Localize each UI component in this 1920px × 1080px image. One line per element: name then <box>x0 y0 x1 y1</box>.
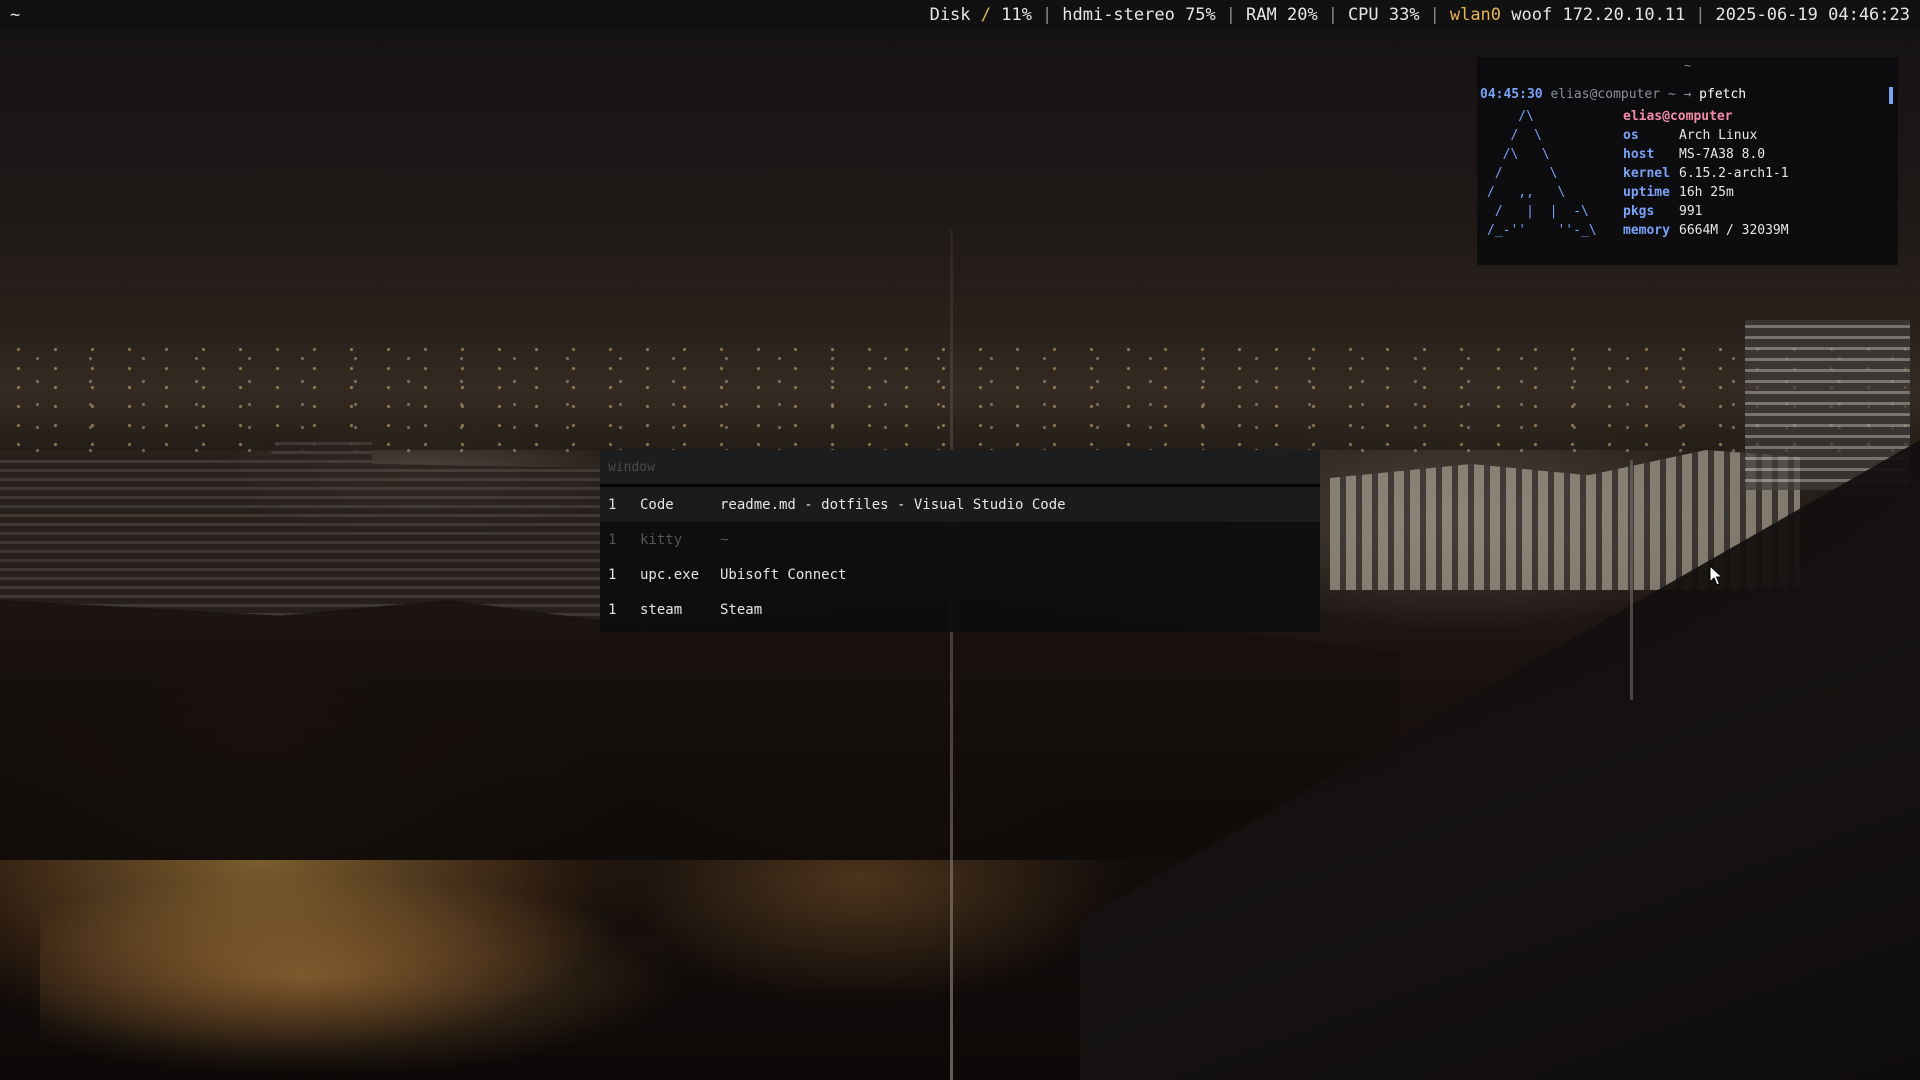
switcher-search-input[interactable]: window <box>600 450 1320 487</box>
wallpaper-buildings-right <box>1330 450 1800 590</box>
wallpaper-horizon <box>0 330 1920 450</box>
switcher-row[interactable]: 1 upc.exe Ubisoft Connect <box>600 557 1320 592</box>
terminal-title: ~ <box>1684 59 1691 72</box>
wallpaper-tower <box>1745 320 1910 490</box>
pfetch-key: host <box>1623 147 1655 162</box>
row-title: readme.md - dotfiles - Visual Studio Cod… <box>720 496 1066 513</box>
row-workspace: 1 <box>608 566 617 583</box>
arch-logo-ascii: /\ / \ /\ \ / \ / ,, \ / | | -\ /_-'' ''… <box>1487 109 1597 238</box>
pfetch-row: pkgs 991 <box>1623 202 1789 221</box>
pfetch-key: pkgs <box>1623 204 1655 219</box>
cpu-module[interactable]: CPU 33% <box>1348 5 1420 25</box>
row-class: kitty <box>640 531 683 548</box>
switcher-row[interactable]: 1 steam Steam <box>600 592 1320 627</box>
separator: | <box>1327 4 1338 25</box>
window-switcher: window 1 Code readme.md - dotfiles - Vis… <box>600 450 1320 632</box>
wallpaper-antenna-pole <box>950 230 953 1080</box>
row-class: steam <box>640 601 683 618</box>
separator: | <box>1695 4 1706 25</box>
pfetch-key: memory <box>1623 223 1670 238</box>
wallpaper-street-glow <box>40 820 940 1080</box>
row-title: ~ <box>720 531 729 548</box>
terminal-prompt-line: 04:45:30 elias@computer ~ → pfetch <box>1480 87 1746 102</box>
wallpaper-city-lights <box>0 340 1920 460</box>
disk-module[interactable]: Disk / 11% <box>930 5 1032 25</box>
pfetch-key: os <box>1623 128 1639 143</box>
pfetch-row: uptime 16h 25m <box>1623 183 1789 202</box>
pfetch-key: uptime <box>1623 185 1670 200</box>
separator: | <box>1429 4 1440 25</box>
pfetch-key: kernel <box>1623 166 1670 181</box>
mouse-pointer-icon <box>1709 565 1723 586</box>
pfetch-row: host MS-7A38 8.0 <box>1623 145 1789 164</box>
status-bar: ~ Disk / 11% | hdmi-stereo 75% | RAM 20%… <box>0 0 1920 29</box>
separator: | <box>1225 4 1237 25</box>
disk-label: Disk <box>929 4 971 25</box>
separator: | <box>1042 4 1053 25</box>
terminal-cursor <box>1889 87 1893 104</box>
clock[interactable]: 2025-06-19 04:46:23 <box>1716 5 1910 25</box>
switcher-row[interactable]: 1 Code readme.md - dotfiles - Visual Stu… <box>600 487 1320 522</box>
pfetch-value: MS-7A38 8.0 <box>1679 147 1766 162</box>
pfetch-row: kernel 6.15.2-arch1-1 <box>1623 164 1789 183</box>
pfetch-info: elias@computer os Arch Linux host MS-7A3… <box>1623 107 1789 240</box>
pfetch-value: Arch Linux <box>1679 128 1758 143</box>
workspace-indicator[interactable]: ~ <box>10 5 20 25</box>
pfetch-row: memory 6664M / 32039M <box>1623 221 1789 240</box>
network-interface: wlan0 <box>1449 4 1502 25</box>
wallpaper-apartment-blocks <box>0 600 1400 860</box>
row-class: Code <box>640 496 674 513</box>
prompt-command: pfetch <box>1699 87 1747 102</box>
pfetch-title: elias@computer <box>1623 109 1733 124</box>
pfetch-value: 991 <box>1679 204 1703 219</box>
switcher-row[interactable]: 1 kitty ~ <box>600 522 1320 557</box>
row-title: Steam <box>720 601 763 618</box>
row-workspace: 1 <box>608 496 617 513</box>
row-workspace: 1 <box>608 531 617 548</box>
terminal-window[interactable]: ~ 04:45:30 elias@computer ~ → pfetch /\ … <box>1477 57 1898 265</box>
pfetch-value: 6.15.2-arch1-1 <box>1679 166 1789 181</box>
wallpaper-buildings-left <box>0 440 600 640</box>
pfetch-row: os Arch Linux <box>1623 126 1789 145</box>
network-info: woof 172.20.10.11 <box>1511 4 1686 25</box>
wallpaper-pole <box>1630 460 1633 700</box>
disk-path: / <box>980 4 992 25</box>
network-module[interactable]: wlan0 woof 172.20.10.11 <box>1450 5 1685 25</box>
audio-module[interactable]: hdmi-stereo 75% <box>1062 5 1216 25</box>
pfetch-value: 6664M / 32039M <box>1679 223 1789 238</box>
ram-module[interactable]: RAM 20% <box>1246 5 1318 25</box>
pfetch-value: 16h 25m <box>1679 185 1734 200</box>
status-modules: Disk / 11% | hdmi-stereo 75% | RAM 20% |… <box>930 5 1910 25</box>
row-workspace: 1 <box>608 601 617 618</box>
row-title: Ubisoft Connect <box>720 566 847 583</box>
disk-value: 11% <box>1001 4 1032 25</box>
desktop: ~ Disk / 11% | hdmi-stereo 75% | RAM 20%… <box>0 0 1920 1080</box>
row-class: upc.exe <box>640 566 700 583</box>
prompt-time: 04:45:30 <box>1480 87 1543 102</box>
prompt-user: elias@computer ~ → <box>1550 87 1692 102</box>
